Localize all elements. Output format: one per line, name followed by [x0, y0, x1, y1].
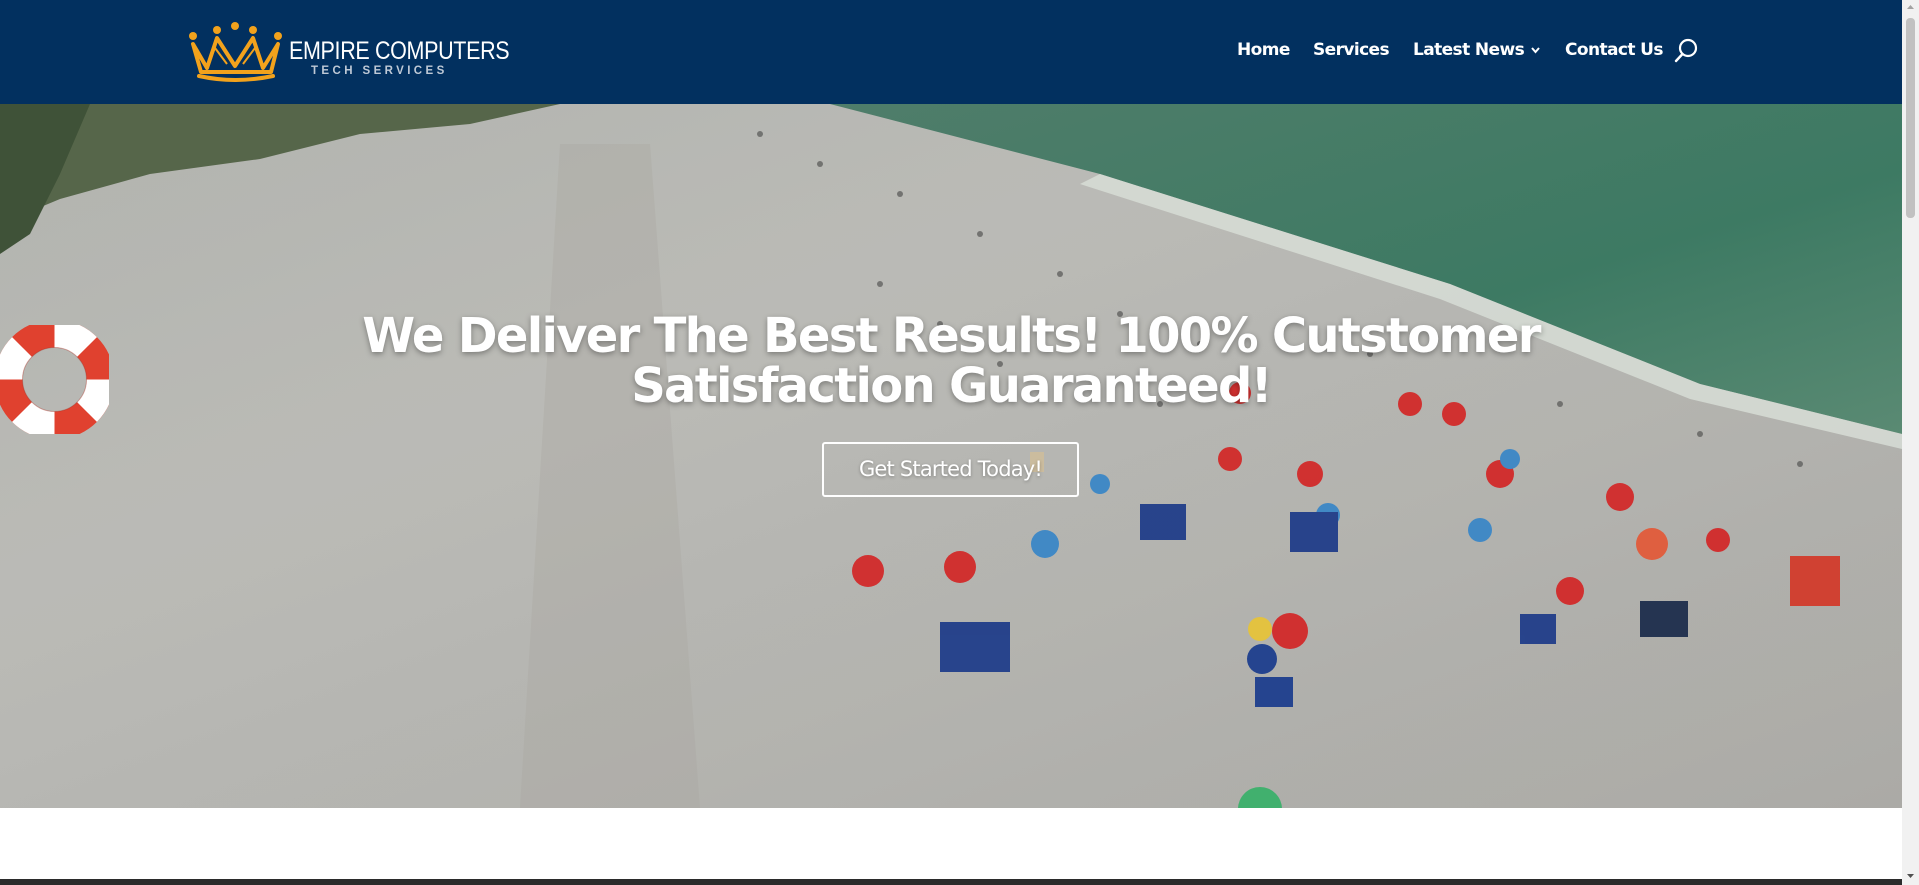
nav-services[interactable]: Services	[1313, 40, 1390, 64]
logo-title: EMPIRE COMPUTERS	[289, 37, 510, 65]
chevron-down-icon	[1531, 47, 1540, 54]
hero-section: We Deliver The Best Results! 100% Cutsto…	[0, 104, 1902, 808]
nav-home[interactable]: Home	[1237, 40, 1290, 64]
scroll-down-arrow-icon[interactable]	[1906, 872, 1915, 880]
site-header: EMPIRE COMPUTERS TECH SERVICES Home Serv…	[0, 0, 1902, 104]
logo[interactable]: EMPIRE COMPUTERS TECH SERVICES	[187, 22, 510, 82]
hero-headline: We Deliver The Best Results! 100% Cutsto…	[362, 308, 1541, 414]
crown-icon	[189, 22, 282, 82]
scroll-up-arrow-icon[interactable]	[1906, 3, 1915, 11]
search-icon[interactable]	[1673, 38, 1699, 64]
footer-edge	[0, 879, 1902, 885]
logo-subtitle: TECH SERVICES	[311, 65, 448, 77]
lifebuoy-icon[interactable]	[0, 325, 109, 434]
nav-contact-us[interactable]: Contact Us	[1565, 40, 1664, 64]
nav-latest-news[interactable]: Latest News	[1413, 40, 1541, 64]
page-scrollbar[interactable]	[1902, 0, 1919, 885]
nav-latest-news-label: Latest News	[1413, 40, 1525, 60]
get-started-button[interactable]: Get Started Today!	[822, 442, 1079, 497]
scrollbar-thumb[interactable]	[1906, 18, 1915, 218]
